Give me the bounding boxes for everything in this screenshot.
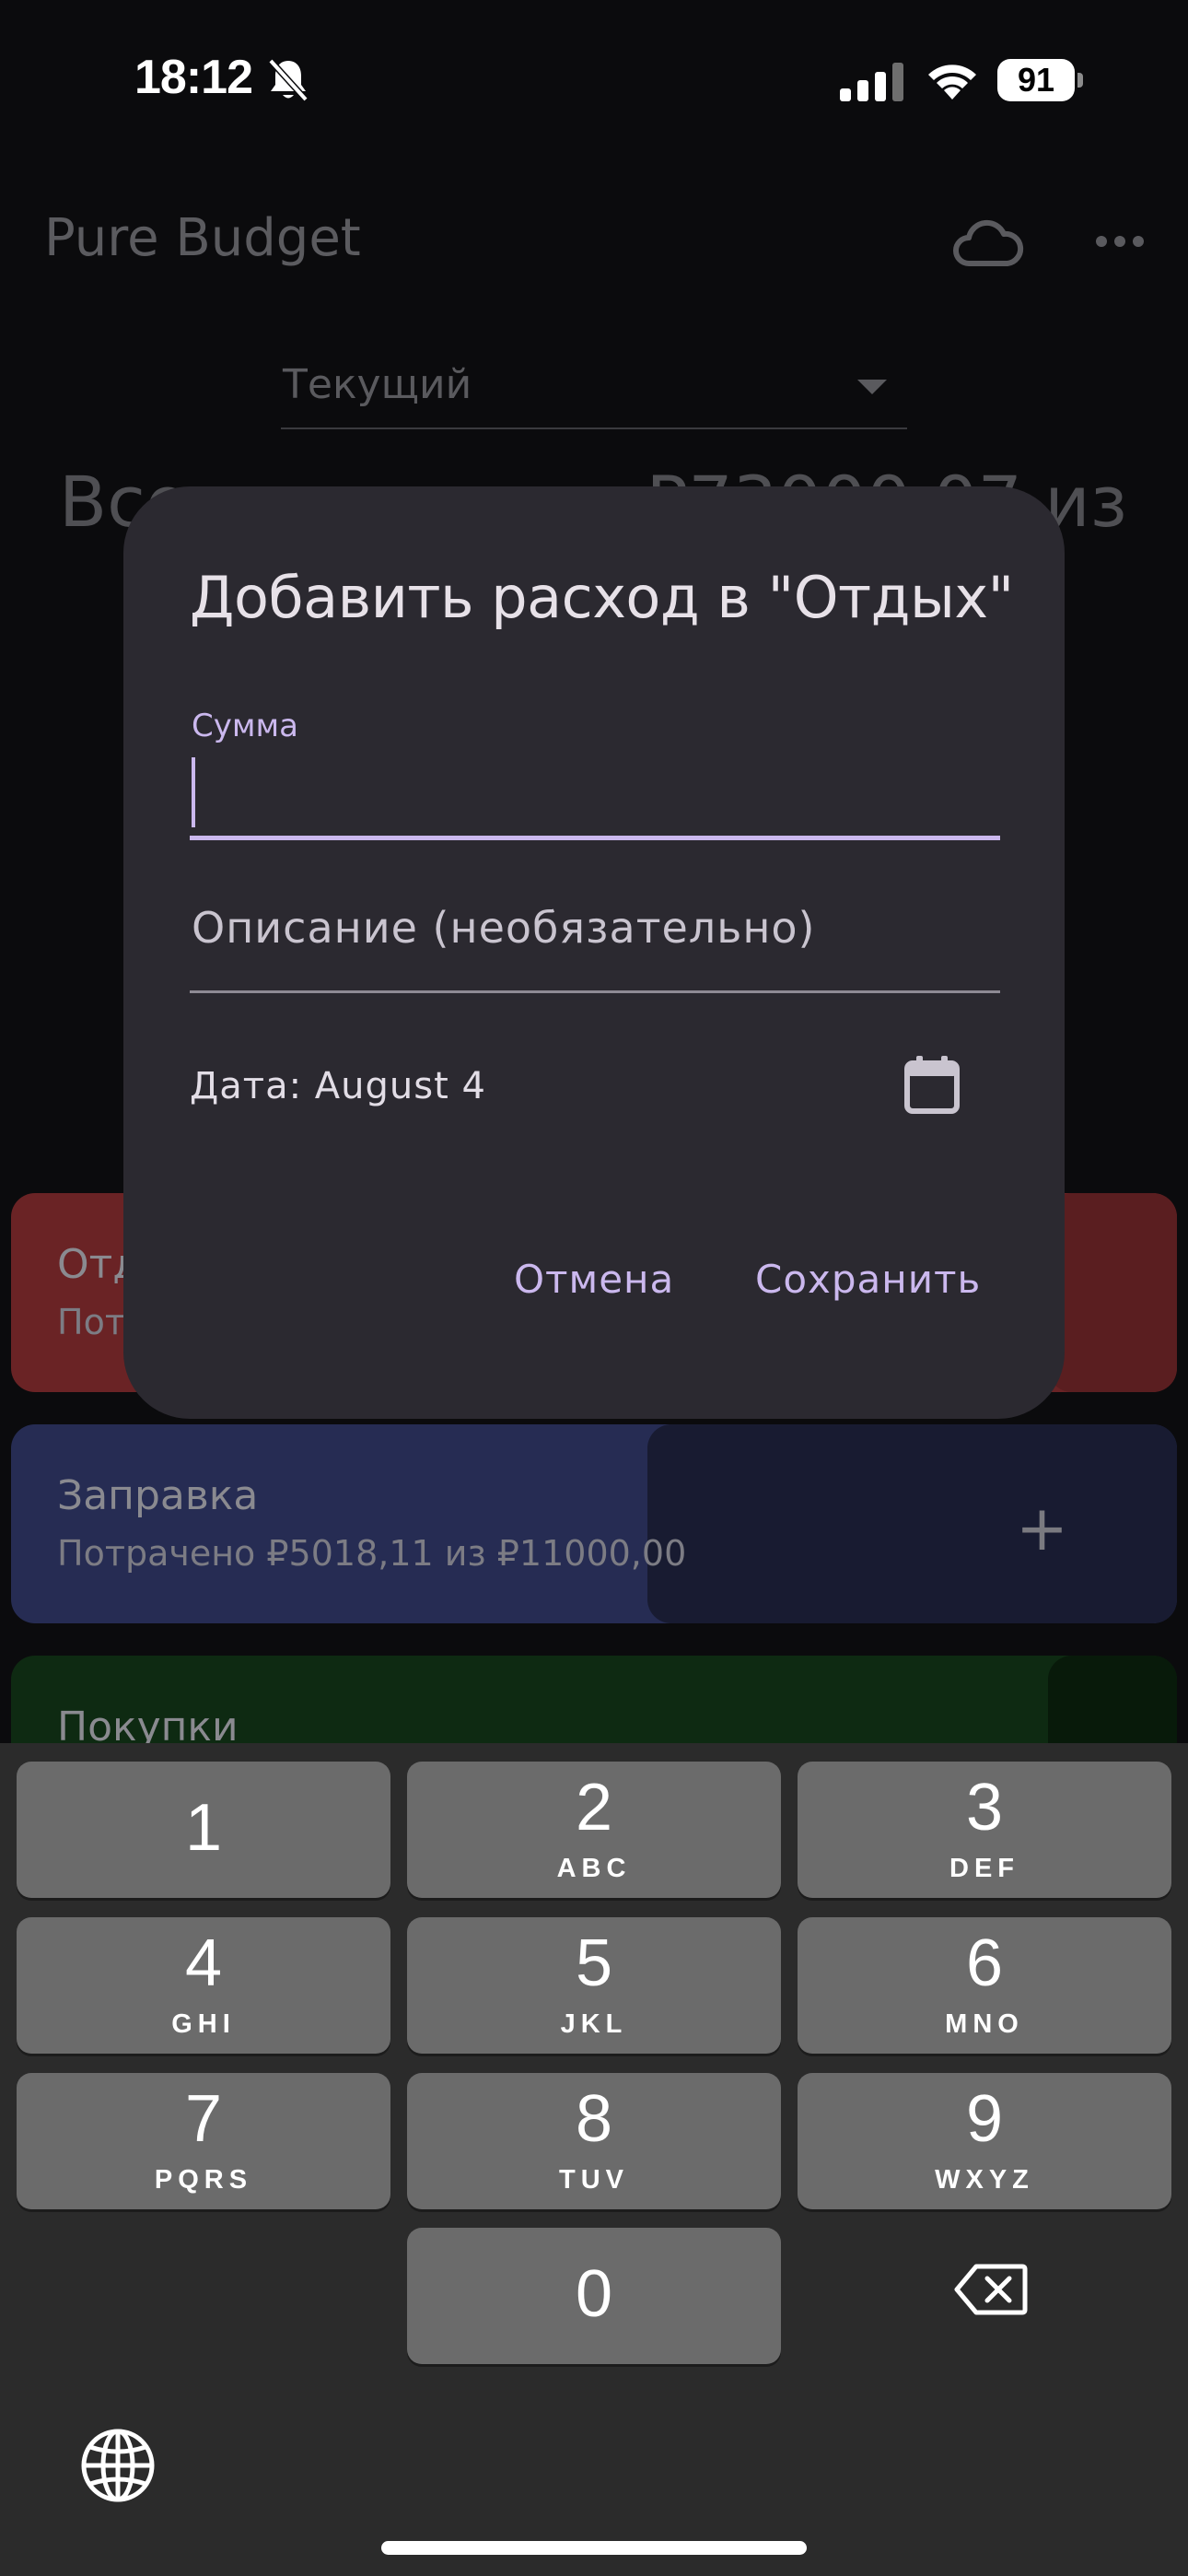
key-letters: TUV bbox=[559, 2165, 629, 2195]
key-digit: 2 bbox=[575, 1771, 613, 1844]
key-7[interactable]: 7 PQRS bbox=[17, 2073, 390, 2209]
budget-add-area[interactable] bbox=[1048, 1193, 1177, 1392]
key-digit: 1 bbox=[184, 1791, 223, 1865]
budget-add-area[interactable] bbox=[647, 1424, 1177, 1623]
key-letters: MNO bbox=[945, 2009, 1024, 2039]
cloud-icon[interactable] bbox=[952, 217, 1024, 269]
description-placeholder: Описание (необязательно) bbox=[192, 903, 816, 953]
key-8[interactable]: 8 TUV bbox=[407, 2073, 781, 2209]
add-expense-dialog: Добавить расход в "Отдых" Сумма Описание… bbox=[123, 486, 1065, 1419]
wifi-icon bbox=[928, 64, 976, 100]
battery-indicator: 91 bbox=[997, 59, 1083, 101]
app-title: Pure Budget bbox=[44, 208, 361, 268]
amount-label: Сумма bbox=[192, 708, 298, 744]
key-digit: 3 bbox=[965, 1771, 1004, 1844]
budget-card-zapravka[interactable]: Заправка Потрачено ₽5018,11 из ₽11000,00… bbox=[11, 1424, 1177, 1623]
battery-level: 91 bbox=[1017, 61, 1055, 99]
key-0[interactable]: 0 bbox=[407, 2228, 781, 2364]
key-4[interactable]: 4 GHI bbox=[17, 1917, 390, 2054]
period-dropdown[interactable]: Текущий bbox=[281, 350, 907, 429]
key-letters: JKL bbox=[560, 2009, 628, 2039]
key-digit: 7 bbox=[184, 2082, 223, 2156]
key-digit: 4 bbox=[184, 1926, 223, 2000]
calendar-icon[interactable] bbox=[903, 1054, 961, 1117]
more-icon[interactable] bbox=[1094, 232, 1146, 251]
status-time: 18:12 bbox=[134, 51, 253, 104]
key-9[interactable]: 9 WXYZ bbox=[798, 2073, 1171, 2209]
status-bar: 18:12 91 bbox=[0, 0, 1188, 157]
globe-icon[interactable] bbox=[79, 2427, 157, 2504]
dialog-title: Добавить расход в "Отдых" bbox=[190, 564, 1014, 631]
budget-name: Заправка bbox=[57, 1472, 259, 1519]
key-letters: DEF bbox=[949, 1854, 1019, 1883]
key-digit: 6 bbox=[965, 1926, 1004, 2000]
period-label: Текущий bbox=[283, 361, 472, 408]
backspace-icon[interactable] bbox=[954, 2263, 1028, 2316]
key-digit: 0 bbox=[575, 2257, 613, 2331]
key-3[interactable]: 3 DEF bbox=[798, 1762, 1171, 1898]
bell-muted-icon bbox=[268, 58, 309, 102]
description-input[interactable]: Описание (необязательно) bbox=[190, 872, 1000, 993]
key-5[interactable]: 5 JKL bbox=[407, 1917, 781, 2054]
budget-spent: Потрачено ₽5018,11 из ₽11000,00 bbox=[57, 1533, 687, 1574]
key-2[interactable]: 2 ABC bbox=[407, 1762, 781, 1898]
dropdown-arrow-icon bbox=[857, 380, 887, 394]
save-button[interactable]: Сохранить bbox=[755, 1257, 981, 1302]
key-letters: GHI bbox=[171, 2009, 236, 2039]
key-digit: 5 bbox=[575, 1926, 613, 2000]
key-digit: 9 bbox=[965, 2082, 1004, 2156]
key-6[interactable]: 6 MNO bbox=[798, 1917, 1171, 2054]
key-1[interactable]: 1 bbox=[17, 1762, 390, 1898]
signal-icon bbox=[840, 63, 903, 101]
key-letters: WXYZ bbox=[935, 2165, 1034, 2195]
text-cursor bbox=[192, 757, 195, 827]
add-expense-plus-icon[interactable]: + bbox=[1016, 1493, 1068, 1565]
cancel-button[interactable]: Отмена bbox=[514, 1257, 674, 1302]
date-label: Дата: August 4 bbox=[190, 1065, 486, 1107]
key-letters: ABC bbox=[556, 1854, 632, 1883]
amount-input[interactable]: Сумма bbox=[190, 704, 1000, 840]
key-digit: 8 bbox=[575, 2082, 613, 2156]
home-indicator[interactable] bbox=[381, 2541, 807, 2555]
key-letters: PQRS bbox=[154, 2165, 253, 2195]
